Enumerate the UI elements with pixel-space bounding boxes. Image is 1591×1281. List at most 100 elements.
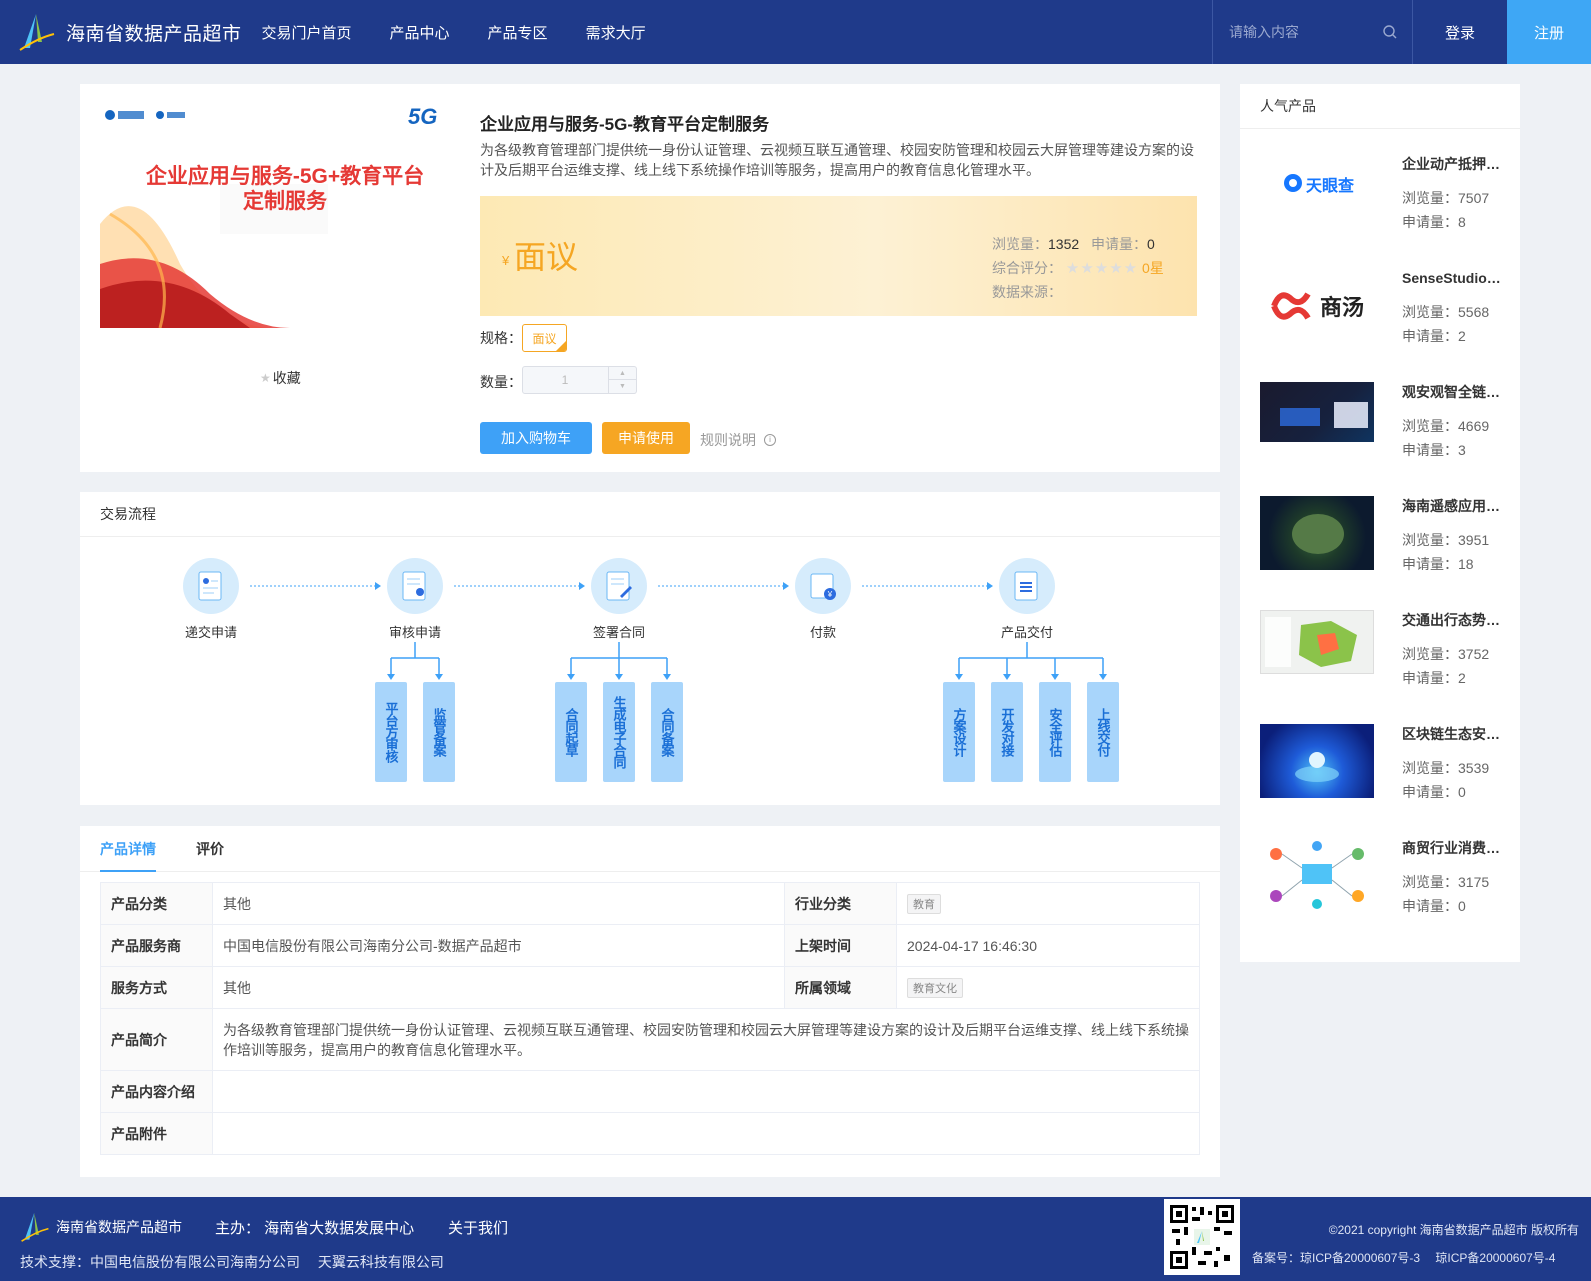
attachment-label: 产品附件 — [100, 1112, 213, 1155]
quantity-label: 数量： — [480, 374, 522, 390]
apply-use-button[interactable]: 申请使用 — [602, 422, 690, 454]
quantity-input[interactable] — [523, 367, 607, 393]
intro-value: 为各级教育管理部门提供统一身份认证管理、云视频互联互通管理、校园安防管理和校园云… — [212, 1008, 1200, 1071]
popular-item[interactable]: 商汤 SenseStudio智能平台 浏览量：5568 申请量：2 — [1260, 268, 1506, 368]
payment-icon[interactable]: ¥ — [795, 558, 851, 614]
quantity-stepper: ▲ ▼ — [522, 366, 637, 394]
popular-name: 交通出行态势感知 — [1402, 612, 1506, 628]
popular-item[interactable]: 商贸行业消费分析 浏览量：3175 申请量：0 — [1260, 838, 1506, 938]
popular-item[interactable]: 观安观智全链路安全 浏览量：4669 申请量：3 — [1260, 382, 1506, 482]
detail-tabs: 产品详情 评价 — [80, 826, 1220, 872]
transaction-process: 交易流程 递交申请 审核申请 签署合同 ¥ 付款 产品交付 平台方审核 监管备案… — [80, 492, 1220, 805]
rules-link[interactable]: 规则说明 i — [700, 430, 776, 450]
quantity-arrows: ▲ ▼ — [608, 367, 636, 393]
nav-product-center[interactable]: 产品中心 — [390, 22, 450, 43]
tab-details[interactable]: 产品详情 — [100, 826, 156, 872]
footer-logo-icon — [21, 1212, 49, 1242]
popular-applies: 申请量：3 — [1402, 442, 1466, 458]
attachment-value — [212, 1112, 1200, 1155]
step-label: 签署合同 — [592, 625, 645, 640]
popular-item[interactable]: 交通出行态势感知 浏览量：3752 申请量：2 — [1260, 610, 1506, 710]
popular-views: 浏览量：3951 — [1402, 532, 1490, 548]
popular-name: 商贸行业消费分析 — [1402, 840, 1506, 856]
substep-security-assessment: 安全评估 — [1039, 682, 1071, 782]
favorite-button[interactable]: ★ 收藏 — [260, 368, 301, 388]
nav-home[interactable]: 交易门户首页 — [262, 22, 352, 43]
footer-logo[interactable]: 海南省数据产品超市 — [20, 1211, 182, 1243]
device-image-icon — [1280, 402, 1368, 428]
telecom-logo-icon — [105, 110, 115, 120]
listed-value: 2024-04-17 16:46:30 — [896, 924, 1200, 967]
popular-views: 浏览量：3539 — [1402, 760, 1490, 776]
domain-tag: 教育文化 — [907, 977, 963, 998]
blockchain-image-icon — [1295, 752, 1339, 782]
popular-name: 企业动产抵押信息 — [1402, 156, 1506, 172]
popular-item[interactable]: 海南遥感应用服务 浏览量：3951 申请量：18 — [1260, 496, 1506, 596]
industry-cell: 教育 — [896, 882, 1200, 925]
step-submit: 递交申请 — [151, 558, 271, 641]
submit-doc-icon[interactable] — [183, 558, 239, 614]
popular-views: 浏览量：3175 — [1402, 874, 1490, 890]
intro-label: 产品简介 — [100, 1008, 213, 1071]
popular-name: 海南遥感应用服务 — [1402, 498, 1506, 514]
spec-label: 规格： — [480, 330, 522, 346]
price-currency: ¥ — [502, 253, 510, 268]
review-doc-icon[interactable] — [387, 558, 443, 614]
popular-applies: 申请量：0 — [1402, 784, 1466, 800]
category-label: 产品分类 — [100, 882, 213, 925]
table-row: 服务方式 其他 所属领域 教育文化 — [100, 966, 1200, 1009]
about-us-link[interactable]: 关于我们 — [448, 1217, 508, 1238]
category-value: 其他 — [212, 882, 785, 925]
industry-label: 行业分类 — [784, 882, 897, 925]
popular-name: SenseStudio智能平台 — [1402, 270, 1506, 286]
popular-thumb: 商汤 — [1260, 268, 1374, 338]
content-value — [212, 1070, 1200, 1113]
views-applies-line: 浏览量：1352 申请量：0 — [992, 234, 1155, 254]
add-to-cart-button[interactable]: 加入购物车 — [480, 422, 592, 454]
quantity-up-icon[interactable]: ▲ — [609, 367, 636, 380]
product-image-headline: 企业应用与服务-5G+教育平台定制服务 — [145, 165, 425, 213]
main-nav: 交易门户首页 产品中心 产品专区 需求大厅 — [262, 22, 684, 43]
contract-sign-icon[interactable] — [591, 558, 647, 614]
product-card: 5G 企业应用与服务-5G+教育平台定制服务 ★ 收藏 企业应用与服务-5G-教… — [80, 84, 1220, 472]
content-label: 产品内容介绍 — [100, 1070, 213, 1113]
substep-contract-draft: 合同起草 — [555, 682, 587, 782]
popular-item[interactable]: 区块链生态安全平台 浏览量：3539 申请量：0 — [1260, 724, 1506, 824]
spec-option-label: 面议 — [532, 331, 557, 346]
price-value: 面议 — [514, 239, 579, 275]
product-description: 为各级教育管理部门提供统一身份认证管理、云视频互联互通管理、校园安防管理和校园云… — [480, 142, 1194, 178]
thumb-text: 天眼查 — [1306, 178, 1355, 195]
site-name: 海南省数据产品超市 — [66, 23, 242, 45]
search-icon[interactable] — [1382, 24, 1398, 40]
substep-solution-design: 方案设计 — [943, 682, 975, 782]
info-icon: i — [764, 434, 776, 446]
rating-value: 0星 — [1142, 260, 1164, 276]
nav-demand-hall[interactable]: 需求大厅 — [586, 22, 646, 43]
spec-option[interactable]: 面议 — [522, 324, 567, 352]
footer-icp: 备案号：琼ICP备20000607号-3 琼ICP备20000607号-4 — [1252, 1251, 1556, 1265]
register-button[interactable]: 注册 — [1507, 0, 1591, 64]
product-image-badge: 5G — [408, 104, 438, 129]
source-line: 数据来源： — [992, 282, 1062, 302]
substep-regulatory-filing: 监管备案 — [423, 682, 455, 782]
applies-label: 申请量： — [1091, 236, 1148, 252]
price-panel: ¥ 面议 浏览量：1352 申请量：0 综合评分： ★★★★★ 0星 数据来源： — [480, 196, 1197, 316]
footer-site-name: 海南省数据产品超市 — [56, 1219, 182, 1235]
search-input[interactable] — [1213, 24, 1373, 40]
login-button[interactable]: 登录 — [1412, 0, 1507, 64]
popular-thumb — [1260, 496, 1374, 570]
rating-label: 综合评分： — [992, 260, 1062, 276]
table-row: 产品附件 — [100, 1112, 1200, 1155]
quantity-down-icon[interactable]: ▼ — [609, 380, 636, 393]
footer-support: 技术支撑：中国电信股份有限公司海南分公司 天翼云科技有限公司 — [20, 1254, 444, 1270]
nav-product-zone[interactable]: 产品专区 — [488, 22, 548, 43]
product-detail: 产品详情 评价 产品分类 其他 行业分类 教育 产品服务商 中国电信股份有限公司… — [80, 826, 1220, 1177]
popular-thumb: 天眼查 — [1260, 154, 1374, 214]
delivery-doc-icon[interactable] — [999, 558, 1055, 614]
table-row: 产品分类 其他 行业分类 教育 — [100, 882, 1200, 925]
popular-applies: 申请量：18 — [1402, 556, 1474, 572]
site-logo[interactable]: 海南省数据产品超市 — [18, 12, 242, 52]
step-payment: ¥ 付款 — [763, 558, 883, 641]
popular-item[interactable]: 天眼查 企业动产抵押信息 浏览量：7507 申请量：8 — [1260, 154, 1506, 254]
tab-reviews[interactable]: 评价 — [196, 826, 224, 872]
